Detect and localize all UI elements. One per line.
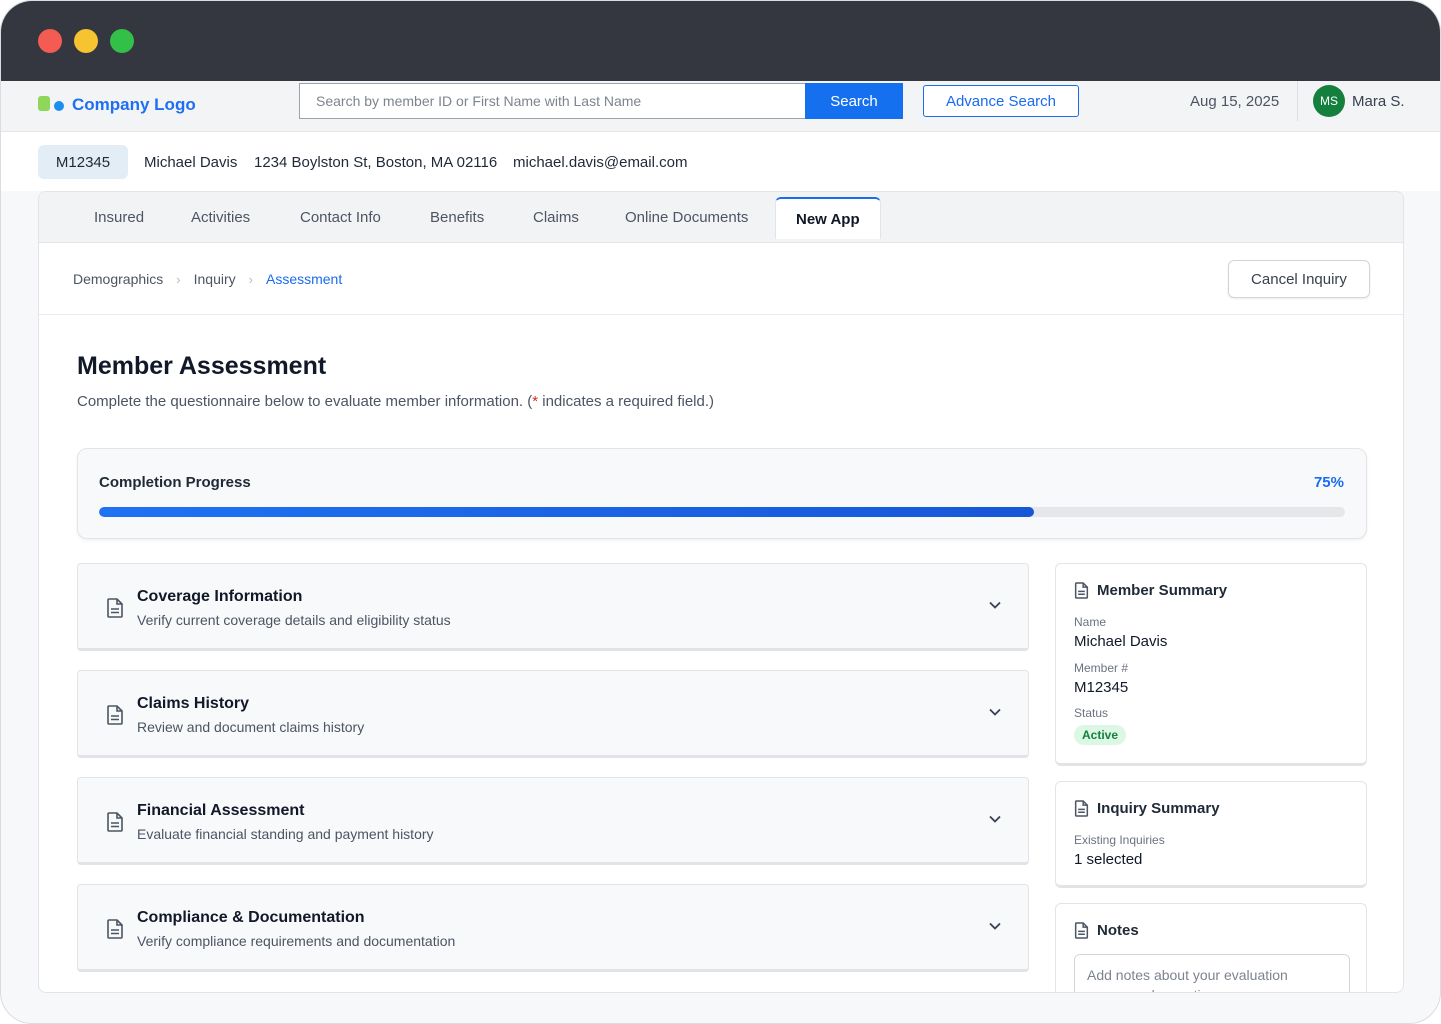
notes-textarea[interactable]: [1074, 954, 1350, 992]
tab-contact-info[interactable]: Contact Info: [300, 209, 381, 226]
member-address: 1234 Boylston St, Boston, MA 02116: [254, 154, 498, 171]
section-title: Claims History: [137, 695, 250, 712]
tab-bar: Insured Activities Contact Info Benefits…: [39, 192, 1403, 243]
chevron-down-icon[interactable]: [988, 600, 1002, 610]
progress-label: Completion Progress: [99, 474, 251, 491]
section-coverage-information[interactable]: Coverage Information Verify current cove…: [77, 563, 1029, 651]
subtitle-text-end: indicates a required field.): [538, 393, 715, 410]
company-logo[interactable]: Company Logo: [38, 93, 196, 117]
notes-title: Notes: [1097, 922, 1139, 939]
section-subtitle: Evaluate financial standing and payment …: [137, 826, 434, 842]
member-summary-title: Member Summary: [1097, 582, 1228, 599]
member-search-input[interactable]: [299, 83, 805, 119]
search-bar: Search: [299, 83, 903, 119]
section-title: Coverage Information: [137, 588, 303, 605]
document-icon: [1074, 582, 1089, 599]
tab-claims[interactable]: Claims: [533, 209, 579, 226]
existing-inquiries-value: 1 selected: [1074, 851, 1143, 868]
name-label: Name: [1074, 615, 1107, 629]
status-badge: Active: [1074, 725, 1127, 745]
name-value: Michael Davis: [1074, 633, 1168, 650]
section-subtitle: Verify current coverage details and elig…: [137, 612, 451, 628]
completion-progress-card: Completion Progress 75%: [77, 448, 1367, 539]
minimize-window-button[interactable]: [74, 29, 98, 53]
chevron-down-icon[interactable]: [988, 814, 1002, 824]
page-subtitle: Complete the questionnaire below to eval…: [77, 393, 714, 410]
inquiry-summary-title: Inquiry Summary: [1097, 800, 1220, 817]
document-icon: [107, 919, 123, 939]
breadcrumb: Demographics › Inquiry › Assessment: [73, 271, 342, 287]
section-financial-assessment[interactable]: Financial Assessment Evaluate financial …: [77, 777, 1029, 865]
logo-text: Company Logo: [72, 95, 196, 114]
existing-inquiries-label: Existing Inquiries: [1074, 833, 1165, 847]
tab-online-documents[interactable]: Online Documents: [625, 209, 748, 226]
page-title: Member Assessment: [77, 352, 327, 380]
app-window: Company Logo Search Advance Search Aug 1…: [0, 0, 1441, 1024]
cancel-inquiry-button[interactable]: Cancel Inquiry: [1228, 260, 1370, 298]
document-icon: [107, 705, 123, 725]
section-compliance-documentation[interactable]: Compliance & Documentation Verify compli…: [77, 884, 1029, 972]
progress-percent: 75%: [1313, 474, 1344, 491]
user-name[interactable]: Mara S.: [1352, 93, 1405, 110]
inquiry-summary-header: Inquiry Summary: [1074, 800, 1220, 817]
subtitle-text-start: Complete the questionnaire below to eval…: [77, 393, 533, 410]
member-email: michael.davis@email.com: [513, 154, 688, 171]
document-icon: [1074, 800, 1089, 817]
chevron-right-icon: ›: [248, 271, 253, 287]
chevron-down-icon[interactable]: [988, 921, 1002, 931]
current-date: Aug 15, 2025: [1190, 93, 1280, 110]
top-header: Company Logo Search Advance Search Aug 1…: [1, 81, 1440, 132]
section-title: Compliance & Documentation: [137, 909, 365, 926]
member-name: Michael Davis: [144, 154, 238, 171]
advance-search-button[interactable]: Advance Search: [923, 85, 1079, 117]
breadcrumb-assessment: Assessment: [265, 271, 343, 287]
maximize-window-button[interactable]: [110, 29, 134, 53]
progress-fill: [99, 507, 1034, 517]
member-number-label: Member #: [1074, 661, 1129, 675]
notes-card: Notes: [1055, 903, 1367, 992]
document-icon: [107, 812, 123, 832]
tab-insured[interactable]: Insured: [94, 209, 144, 226]
notes-header: Notes: [1074, 922, 1139, 939]
chevron-down-icon[interactable]: [988, 707, 1002, 717]
chevron-right-icon: ›: [176, 271, 181, 287]
section-subtitle: Review and document claims history: [137, 719, 365, 735]
search-button[interactable]: Search: [805, 83, 903, 119]
member-summary-header: Member Summary: [1074, 582, 1227, 599]
user-avatar[interactable]: MS: [1313, 85, 1345, 117]
breadcrumb-inquiry[interactable]: Inquiry: [194, 271, 236, 287]
breadcrumb-demographics[interactable]: Demographics: [73, 271, 163, 287]
header-divider: [1297, 81, 1298, 121]
progress-track: [99, 507, 1345, 517]
section-subtitle: Verify compliance requirements and docum…: [137, 933, 456, 949]
logo-mark-icon: [38, 96, 66, 114]
window-titlebar: [1, 1, 1440, 81]
section-claims-history[interactable]: Claims History Review and document claim…: [77, 670, 1029, 758]
member-info-bar: M12345 Michael Davis 1234 Boylston St, B…: [1, 132, 1440, 191]
breadcrumb-divider: [39, 314, 1403, 315]
tab-benefits[interactable]: Benefits: [430, 209, 484, 226]
tab-activities[interactable]: Activities: [191, 209, 250, 226]
inquiry-summary-card: Inquiry Summary Existing Inquiries 1 sel…: [1055, 781, 1367, 888]
tab-new-app[interactable]: New App: [775, 197, 881, 239]
member-number-value: M12345: [1074, 679, 1129, 696]
close-window-button[interactable]: [38, 29, 62, 53]
member-id-badge: M12345: [38, 145, 128, 179]
main-panel: Insured Activities Contact Info Benefits…: [38, 191, 1404, 993]
document-icon: [1074, 922, 1089, 939]
status-label: Status: [1074, 706, 1109, 720]
section-title: Financial Assessment: [137, 802, 305, 819]
member-summary-card: Member Summary Name Michael Davis Member…: [1055, 563, 1367, 766]
document-icon: [107, 598, 123, 618]
